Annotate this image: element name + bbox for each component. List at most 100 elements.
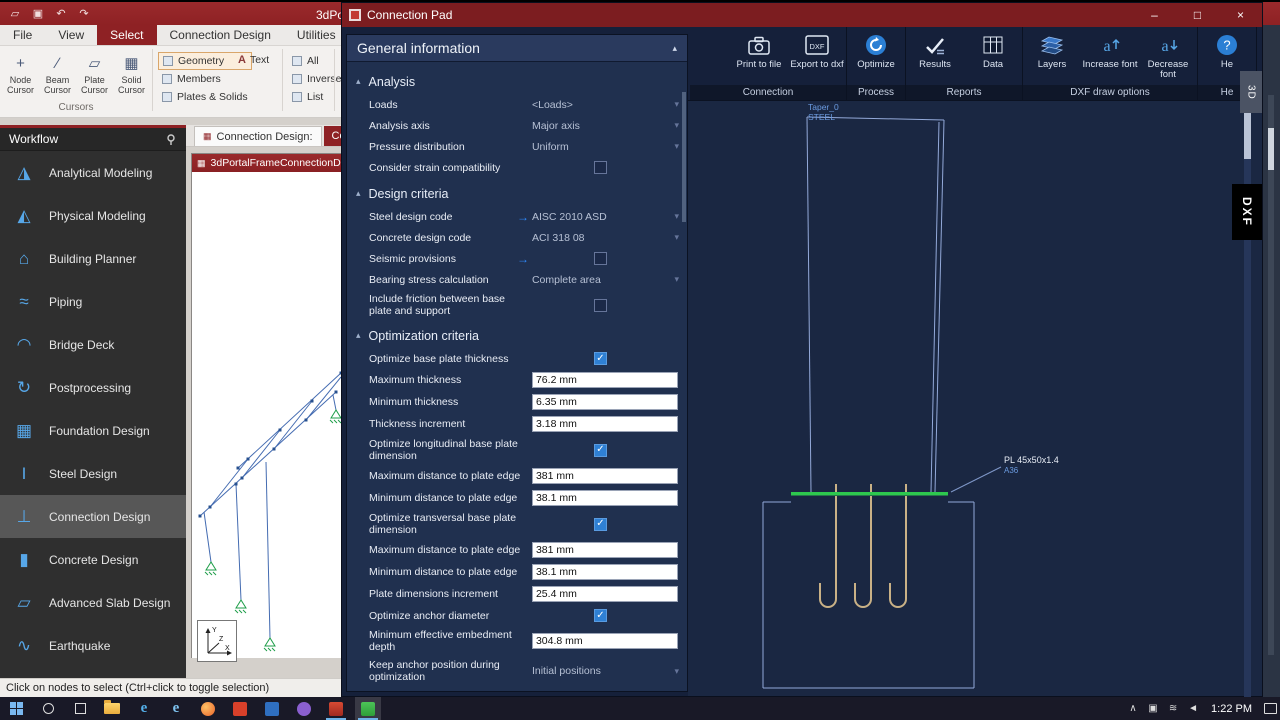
maximize-button[interactable]: □ — [1176, 3, 1219, 27]
scrollbar-track[interactable] — [1268, 95, 1274, 655]
tray-status-icon[interactable]: ▣ — [1143, 697, 1163, 720]
purple-app-icon[interactable] — [291, 697, 317, 720]
mode-inverse[interactable]: Inverse — [288, 70, 345, 88]
checkbox-seismic-provisions[interactable] — [593, 252, 607, 265]
section-analysis[interactable]: ▴ Analysis — [347, 69, 687, 94]
checkbox-consider-strain-compatibility[interactable] — [593, 161, 607, 174]
file-explorer-icon[interactable] — [99, 697, 125, 720]
filter-members[interactable]: Members — [158, 70, 252, 88]
input-thickness-increment[interactable] — [531, 416, 678, 432]
search-icon[interactable] — [35, 697, 61, 720]
panel-scrollbar-thumb[interactable] — [682, 92, 686, 222]
edge-icon[interactable]: e — [131, 697, 157, 720]
tray-volume-icon[interactable]: ◄ — [1183, 697, 1203, 720]
checkbox-optimize-longitudinal-base-plate-dimension[interactable]: ✓ — [593, 443, 607, 457]
workflow-item-advanced-slab-design[interactable]: ▱ Advanced Slab Design — [0, 581, 186, 624]
workflow-item-steel-design[interactable]: I Steel Design — [0, 452, 186, 495]
workflow-item-bridge-deck[interactable]: ◠ Bridge Deck — [0, 323, 186, 366]
export-to-dxf-button[interactable]: DXF Export to dxf — [788, 32, 846, 70]
redo-icon[interactable]: ↷ — [76, 6, 92, 22]
print-to-file-button[interactable]: Print to file — [730, 32, 788, 70]
increase-font-button[interactable]: a Increase font — [1081, 32, 1139, 70]
dropdown-keep-anchor-position-during-optimization[interactable]: Initial positions ▾ — [532, 665, 679, 677]
he-button[interactable]: ? He — [1198, 32, 1256, 70]
workflow-item-connection-design[interactable]: ⊥ Connection Design — [0, 495, 186, 538]
checkbox-optimize-transversal-base-plate-dimension[interactable]: ✓ — [593, 517, 607, 531]
pin-icon[interactable] — [166, 133, 177, 145]
menu-tab-view[interactable]: View — [45, 25, 97, 45]
start-button[interactable] — [3, 697, 29, 720]
filter-plates-solids[interactable]: Plates & Solids — [158, 88, 252, 106]
input-minimum-distance-to-plate-edge[interactable] — [531, 564, 678, 580]
menu-tab-utilities[interactable]: Utilities — [284, 25, 349, 45]
dropdown-analysis-axis[interactable]: Major axis ▾ — [532, 120, 679, 132]
input-plate-dimensions-increment[interactable] — [531, 586, 678, 602]
staad-icon[interactable] — [323, 697, 349, 720]
plate-cursor-button[interactable]: ▱ Plate Cursor — [76, 48, 113, 95]
menu-tab-select[interactable]: Select — [97, 25, 157, 45]
mode-all[interactable]: All — [288, 52, 345, 70]
connection-pad-title-bar[interactable]: Connection Pad – □ × — [342, 3, 1262, 27]
dropdown-steel-design-code[interactable]: → AISC 2010 ASD ▾ — [517, 210, 679, 224]
dropdown-pressure-distribution[interactable]: Uniform ▾ — [532, 141, 679, 153]
scrollbar-thumb[interactable] — [1268, 128, 1274, 170]
blue-app-icon[interactable] — [259, 697, 285, 720]
save-icon[interactable]: ▣ — [30, 6, 46, 22]
ie-icon[interactable]: e — [163, 697, 189, 720]
node-cursor-button[interactable]: + Node Cursor — [2, 48, 39, 96]
mode-list[interactable]: List — [288, 88, 345, 106]
solid-cursor-button[interactable]: ▦ Solid Cursor — [113, 48, 150, 95]
beam-cursor-button[interactable]: ∕ Beam Cursor — [39, 48, 76, 96]
chevron-up-icon[interactable]: ∧ — [1123, 697, 1143, 720]
text-tool-button[interactable]: A Text — [238, 54, 269, 66]
results-button[interactable]: Results — [906, 32, 964, 70]
task-view-icon[interactable] — [67, 697, 93, 720]
workflow-item-analytical-modeling[interactable]: ◮ Analytical Modeling — [0, 151, 186, 194]
close-button[interactable]: × — [1219, 3, 1262, 27]
notifications-icon[interactable] — [1260, 697, 1280, 720]
menu-tab-file[interactable]: File — [0, 25, 45, 45]
input-minimum-effective-embedment-depth[interactable] — [531, 633, 678, 649]
workflow-item-postprocessing[interactable]: ↻ Postprocessing — [0, 366, 186, 409]
input-minimum-thickness[interactable] — [531, 394, 678, 410]
workflow-item-piping[interactable]: ≈ Piping — [0, 280, 186, 323]
input-minimum-distance-to-plate-edge[interactable] — [531, 490, 678, 506]
data-button[interactable]: Data — [964, 32, 1022, 70]
minimize-button[interactable]: – — [1133, 3, 1176, 27]
workflow-item-physical-modeling[interactable]: ◭ Physical Modeling — [0, 194, 186, 237]
section-optimization-criteria[interactable]: ▴ Optimization criteria — [347, 323, 687, 348]
dropdown-loads[interactable]: <Loads> ▾ — [532, 99, 679, 111]
section-design-criteria[interactable]: ▴ Design criteria — [347, 181, 687, 206]
checkbox-optimize-base-plate-thickness[interactable]: ✓ — [593, 352, 607, 365]
taskbar-clock[interactable]: 1:22 PM — [1203, 703, 1260, 715]
detail-arrow-icon[interactable]: → — [517, 210, 529, 224]
tab-dxf[interactable]: DXF — [1232, 184, 1262, 240]
general-information-header[interactable]: General information ▴ — [347, 35, 687, 62]
tab-3d[interactable]: 3D — [1240, 71, 1262, 113]
red-app-icon[interactable] — [227, 697, 253, 720]
menu-tab-connection-design[interactable]: Connection Design — [157, 25, 284, 45]
workflow-item-earthquake[interactable]: ∿ Earthquake — [0, 624, 186, 667]
workflow-item-foundation-design[interactable]: ▦ Foundation Design — [0, 409, 186, 452]
optimize-button[interactable]: Optimize — [847, 32, 905, 70]
checkbox-optimize-anchor-diameter[interactable]: ✓ — [593, 609, 607, 622]
input-maximum-thickness[interactable] — [531, 372, 678, 388]
dropdown-bearing-stress-calculation[interactable]: Complete area ▾ — [532, 274, 679, 286]
firefox-icon[interactable] — [195, 697, 221, 720]
dropdown-concrete-design-code[interactable]: ACI 318 08 ▾ — [532, 232, 679, 244]
green-app-icon[interactable] — [355, 697, 381, 720]
workflow-item-building-planner[interactable]: ⌂ Building Planner — [0, 237, 186, 280]
checkbox-include-friction-between-base-plate-and-support[interactable] — [593, 298, 607, 312]
tray-network-icon[interactable]: ≋ — [1163, 697, 1183, 720]
collapse-icon[interactable]: ▴ — [672, 43, 677, 54]
layers-button[interactable]: Layers — [1023, 32, 1081, 70]
input-maximum-distance-to-plate-edge[interactable] — [531, 468, 678, 484]
input-maximum-distance-to-plate-edge[interactable] — [531, 542, 678, 558]
detail-arrow-icon[interactable]: → — [517, 252, 529, 266]
tab-connection-design[interactable]: ▦ Connection Design: — [194, 126, 322, 146]
workflow-item-concrete-design[interactable]: ▮ Concrete Design — [0, 538, 186, 581]
connection-drawing-area[interactable]: Taper_0 STEEL PL 45x50x1.4 A36 — [688, 100, 1262, 697]
decrease-font-button[interactable]: a Decrease font — [1139, 32, 1197, 80]
open-folder-icon[interactable]: ▱ — [7, 6, 23, 22]
undo-icon[interactable]: ↶ — [53, 6, 69, 22]
